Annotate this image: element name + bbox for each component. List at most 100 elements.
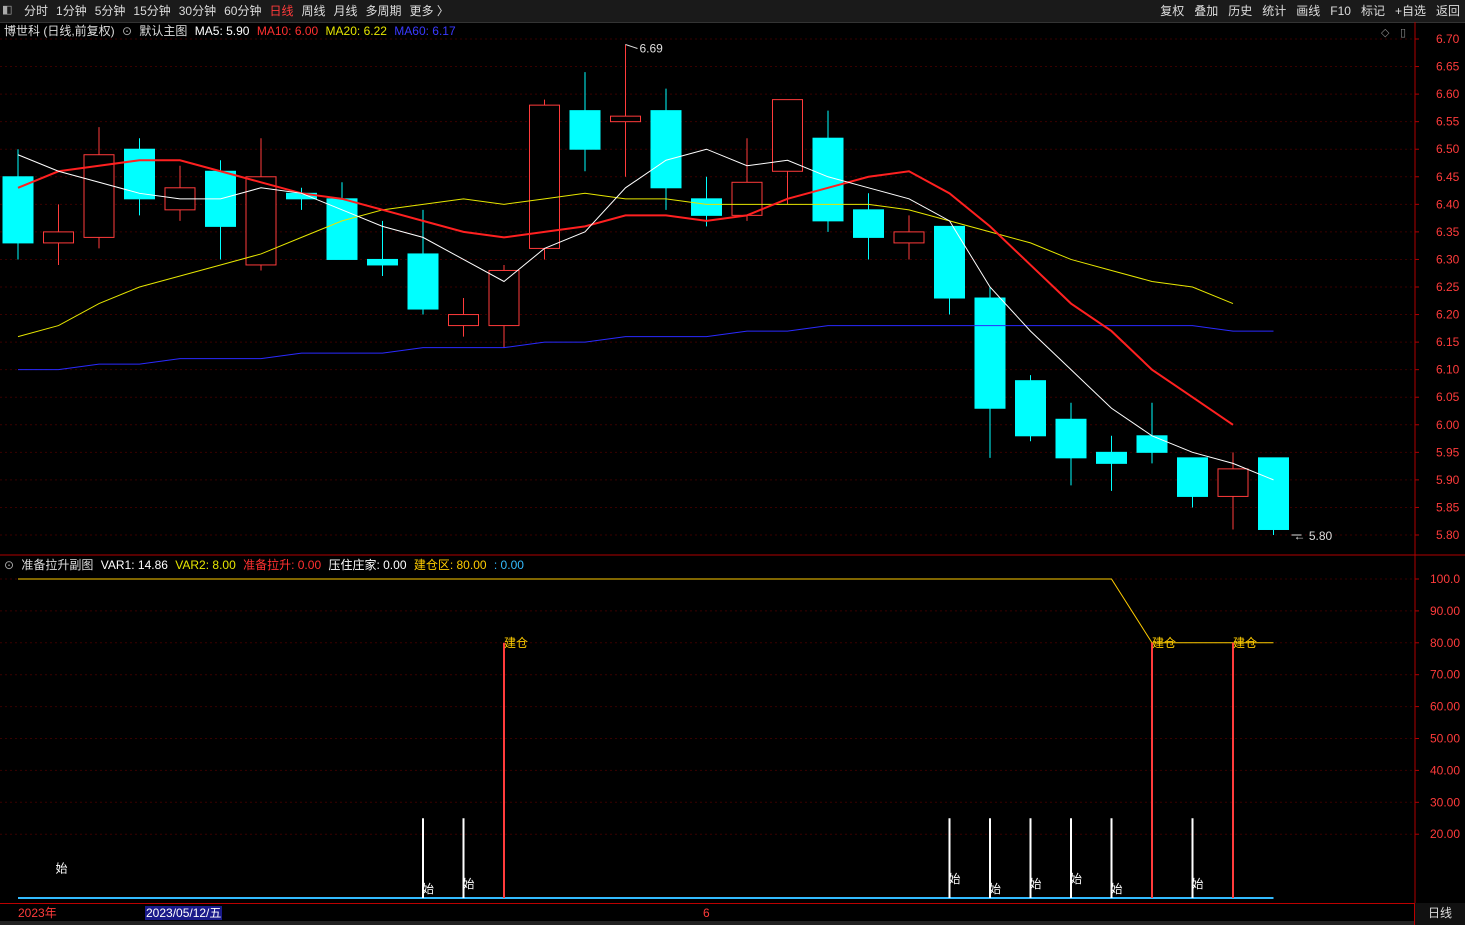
date-axis: 2023年 2023/05/12/五 6 bbox=[0, 903, 1415, 921]
period-tab[interactable]: 日线 bbox=[265, 0, 297, 22]
sub-tick-label: 60.00 bbox=[1430, 700, 1460, 714]
menu-icon[interactable]: ◧ bbox=[2, 4, 12, 16]
toolbar-button[interactable]: 画线 bbox=[1291, 0, 1325, 22]
candle-body bbox=[731, 181, 763, 216]
candle-body bbox=[974, 297, 1006, 409]
period-tab[interactable]: 60分钟 bbox=[220, 0, 265, 22]
toolbar-button[interactable]: +自选 bbox=[1390, 0, 1431, 22]
period-tabs: 分时 1分钟 5分钟 15分钟 30分钟 60分钟 日线 周线 月线 多周期 更多 〉 bbox=[20, 0, 453, 22]
price-tick-label: 5.80 bbox=[1436, 528, 1460, 542]
ma5-line bbox=[17, 148, 1274, 481]
ma60-line bbox=[18, 325, 1274, 371]
price-tick-label: 5.85 bbox=[1436, 500, 1460, 514]
jcq-label: 建仓区: 80.00 bbox=[413, 558, 487, 572]
toolbar-button[interactable]: 叠加 bbox=[1189, 0, 1223, 22]
price-tick-label: 6.20 bbox=[1436, 308, 1460, 322]
settings-icon[interactable]: ▯ bbox=[1400, 26, 1406, 39]
template-toggle-icon[interactable]: ⊙ bbox=[122, 24, 132, 38]
candle-body bbox=[367, 258, 398, 266]
shi-label: 始 bbox=[1030, 877, 1042, 891]
period-tab[interactable]: 多周期 bbox=[362, 0, 406, 22]
sub-tick-label: 20.00 bbox=[1430, 827, 1460, 841]
candle-body bbox=[893, 231, 925, 244]
candle-body bbox=[205, 170, 236, 227]
bottom-bar: 2023年 2023/05/12/五 6 日线 bbox=[0, 903, 1465, 925]
toolbar-button[interactable]: 复权 bbox=[1155, 0, 1189, 22]
price-tick-label: 5.95 bbox=[1436, 445, 1460, 459]
price-tick-label: 6.00 bbox=[1436, 418, 1460, 432]
toolbar-button[interactable]: 历史 bbox=[1223, 0, 1257, 22]
sub-tick-label: 50.00 bbox=[1430, 732, 1460, 746]
price-tick-label: 6.65 bbox=[1436, 60, 1460, 74]
high-label: 6.69 bbox=[640, 42, 664, 56]
candle-body bbox=[245, 176, 277, 266]
period-tab[interactable]: 30分钟 bbox=[175, 0, 220, 22]
candle-body bbox=[1217, 468, 1249, 497]
candle-body bbox=[286, 192, 317, 200]
price-tick-label: 6.15 bbox=[1436, 335, 1460, 349]
sub-toggle-icon[interactable]: ⊙ bbox=[4, 558, 14, 572]
candle-body bbox=[488, 269, 520, 327]
price-tick-label: 6.25 bbox=[1436, 280, 1460, 294]
price-tick-label: 6.50 bbox=[1436, 142, 1460, 156]
low-label: ← 5.80 bbox=[1294, 529, 1333, 543]
price-tick-label: 6.35 bbox=[1436, 225, 1460, 239]
period-tab[interactable]: 更多 〉 bbox=[406, 0, 453, 22]
toolbar: ◧ 分时 1分钟 5分钟 15分钟 30分钟 60分钟 日线 周线 月线 多周期 更多 〉 复权 叠加… bbox=[0, 0, 1465, 23]
candle-body bbox=[164, 187, 196, 211]
sub-indicator-name[interactable]: 准备拉升副图 bbox=[21, 558, 93, 572]
candle-body bbox=[1136, 435, 1168, 453]
toolbar-button[interactable]: F10 bbox=[1325, 0, 1356, 22]
price-tick-label: 6.70 bbox=[1436, 32, 1460, 46]
shi-label: 始 bbox=[949, 872, 961, 886]
sub-tick-label: 40.00 bbox=[1430, 763, 1460, 777]
price-tick-label: 6.10 bbox=[1436, 363, 1460, 377]
kline-chart: 6.70 6.65 6.60 6.55 6.50 6.45 6.40 6.35 6.30 6.25… bbox=[0, 22, 1465, 903]
candle-body bbox=[1015, 380, 1046, 437]
toolbar-button[interactable]: 标记 bbox=[1356, 0, 1390, 22]
candle-body bbox=[529, 104, 560, 249]
candle-body bbox=[853, 209, 884, 238]
sub-tick-label: 30.00 bbox=[1430, 795, 1460, 809]
cursor-date: 2023/05/12/五 bbox=[145, 906, 223, 920]
candle-body bbox=[2, 176, 34, 244]
toolbar-button[interactable]: 统计 bbox=[1257, 0, 1291, 22]
candle-body bbox=[326, 198, 358, 260]
period-tab[interactable]: 5分钟 bbox=[91, 0, 130, 22]
ma60-label: MA60: 6.17 bbox=[394, 24, 456, 38]
shi-label: 始 bbox=[1192, 877, 1204, 891]
toolbar-buttons: 复权 叠加 历史 统计 画线 F10 标记 +自选 返回 bbox=[1155, 0, 1465, 22]
toolbar-button[interactable]: 返回 bbox=[1431, 0, 1465, 22]
period-tab[interactable]: 分时 bbox=[20, 0, 52, 22]
price-tick-label: 5.90 bbox=[1436, 473, 1460, 487]
shi-label: 始 bbox=[463, 877, 475, 891]
template-name[interactable]: 默认主图 bbox=[139, 24, 187, 38]
period-tab[interactable]: 月线 bbox=[330, 0, 362, 22]
stock-title: 博世科 (日线,前复权) bbox=[4, 24, 115, 38]
period-tab[interactable]: 15分钟 bbox=[129, 0, 174, 22]
price-tick-label: 6.60 bbox=[1436, 87, 1460, 101]
jc-label: 建仓 bbox=[504, 636, 528, 650]
period-tab[interactable]: 周线 bbox=[297, 0, 329, 22]
candle-body bbox=[1177, 457, 1208, 497]
ma5-label: MA5: 5.90 bbox=[194, 24, 250, 38]
diamond-icon[interactable]: ◇ bbox=[1381, 26, 1389, 39]
price-tick-label: 6.40 bbox=[1436, 197, 1460, 211]
period-tab[interactable]: 1分钟 bbox=[52, 0, 91, 22]
candle-body bbox=[1258, 457, 1289, 530]
status-strip bbox=[0, 921, 1415, 925]
sub-info-bar: ⊙ 准备拉升副图 VAR1: 14.86 VAR2: 8.00 准备拉升: 0.… bbox=[0, 556, 528, 574]
price-tick-label: 6.55 bbox=[1436, 115, 1460, 129]
ma10-line bbox=[17, 159, 1234, 426]
candle-body bbox=[124, 148, 155, 200]
period-button[interactable]: 日线 bbox=[1414, 903, 1465, 925]
candle-body bbox=[650, 110, 682, 189]
zbls-label: 准备拉升: 0.00 bbox=[243, 558, 322, 572]
candle-body bbox=[569, 110, 601, 150]
shi-label: 始 bbox=[422, 882, 434, 896]
price-tick-label: 6.30 bbox=[1436, 252, 1460, 266]
candle-body bbox=[772, 99, 803, 172]
candle-body bbox=[812, 137, 844, 222]
candle-body bbox=[934, 225, 965, 299]
candle-body bbox=[407, 253, 439, 310]
